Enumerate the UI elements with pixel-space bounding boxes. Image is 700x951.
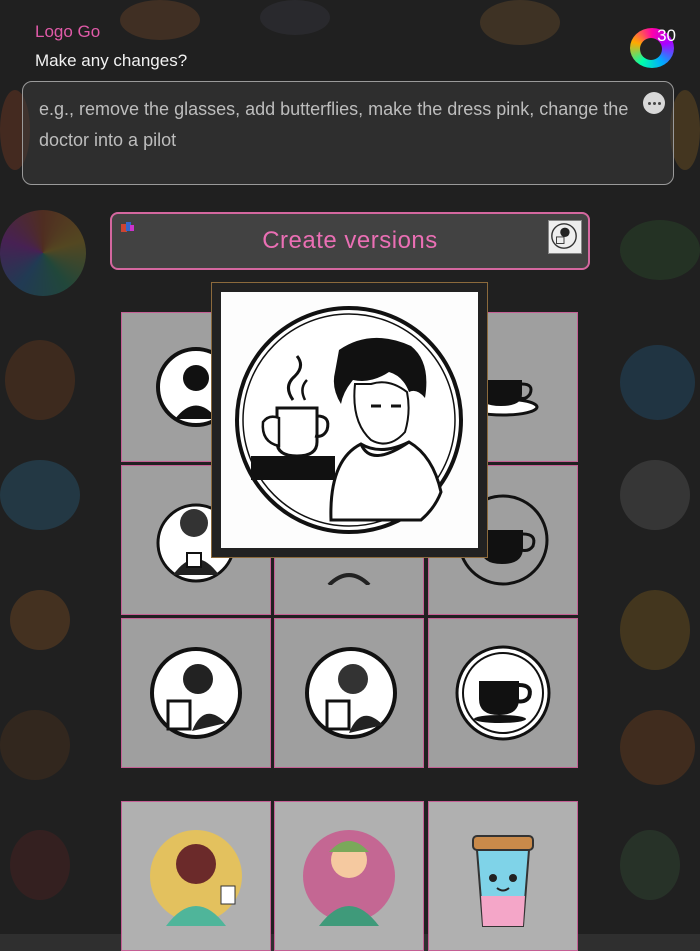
version-tile[interactable] [428,618,578,768]
logo-art [150,647,242,739]
version-tile[interactable] [121,801,271,951]
version-tile[interactable] [428,801,578,951]
more-options-icon[interactable] [643,92,665,114]
logo-art [305,647,397,739]
logo-art [150,830,242,926]
changes-input-placeholder: e.g., remove the glasses, add butterflie… [39,99,629,150]
version-tile[interactable] [274,618,424,768]
preview-image [221,292,478,548]
app-title: Logo Go [35,22,101,41]
create-versions-label: Create versions [262,227,438,254]
coffee-cup-icon [455,645,551,741]
credits-count: 30 [657,26,676,45]
logo-art [303,830,395,926]
sparkle-icon [121,222,134,232]
credits-badge[interactable]: 30 [630,26,676,68]
prompt-question: Make any changes? [35,51,188,70]
selected-logo-preview [211,282,488,558]
selected-logo-thumbnail [548,220,582,254]
create-versions-button[interactable]: Create versions [110,212,590,270]
version-tile[interactable] [121,618,271,768]
version-tile[interactable] [274,801,424,951]
coffee-cup-icon [472,835,534,927]
changes-input[interactable]: e.g., remove the glasses, add butterflie… [22,81,674,185]
